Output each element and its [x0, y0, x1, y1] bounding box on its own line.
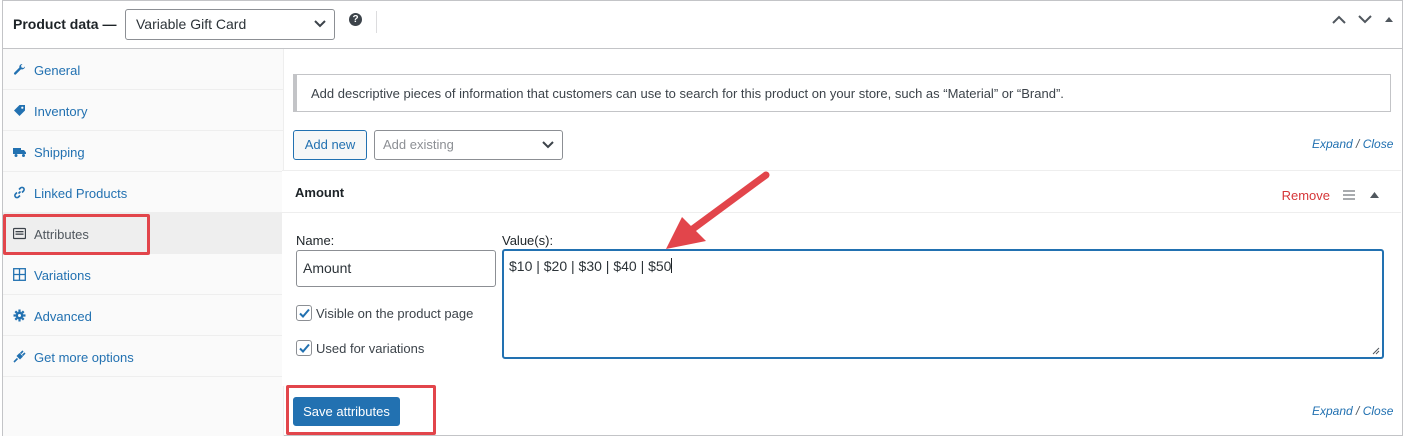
- tab-get-more-options[interactable]: Get more options: [3, 336, 283, 377]
- used-for-variations-row[interactable]: Used for variations: [296, 340, 424, 356]
- attribute-row-body: Name: Amount Value(s): $10 | $20 | $30 |…: [282, 213, 1401, 386]
- chevron-up-icon: [1332, 15, 1346, 24]
- panel-header: Product data — Variable Gift Card ?: [3, 1, 1402, 49]
- attributes-tab-highlight: [3, 214, 150, 255]
- move-down-button[interactable]: [1358, 15, 1372, 24]
- name-label: Name:: [296, 233, 335, 248]
- panel-controls: [1332, 15, 1394, 24]
- triangle-up-icon[interactable]: [1370, 192, 1379, 198]
- header-divider: [376, 11, 377, 33]
- chevron-down-icon: [314, 20, 326, 28]
- drag-handle-icon[interactable]: [1343, 190, 1355, 200]
- wrench-icon: [13, 63, 26, 76]
- tab-advanced-label: Advanced: [34, 309, 92, 324]
- product-type-select[interactable]: Variable Gift Card: [125, 9, 335, 40]
- expand-close-bottom: Expand / Close: [1312, 404, 1393, 418]
- add-new-attribute-button[interactable]: Add new: [293, 130, 367, 160]
- checkmark-icon: [299, 343, 310, 353]
- collapse-panel-button[interactable]: [1384, 16, 1394, 23]
- link-separator: /: [1352, 404, 1363, 418]
- expand-all-link[interactable]: Expand: [1312, 137, 1353, 151]
- tab-variations[interactable]: Variations: [3, 254, 283, 295]
- tab-shipping-label: Shipping: [34, 145, 85, 160]
- expand-all-link[interactable]: Expand: [1312, 404, 1353, 418]
- gear-icon: [13, 309, 26, 322]
- tab-linked-products[interactable]: Linked Products: [3, 172, 283, 213]
- save-button-highlight: [286, 385, 436, 435]
- used-for-variations-label: Used for variations: [316, 340, 425, 356]
- remove-attribute-link[interactable]: Remove: [1282, 188, 1330, 203]
- attribute-row-header[interactable]: Amount Remove: [282, 171, 1401, 213]
- move-up-button[interactable]: [1332, 15, 1346, 24]
- annotation-arrow-icon: [666, 171, 770, 249]
- link-icon: [13, 186, 26, 199]
- visible-on-product-page-checkbox[interactable]: [296, 305, 312, 321]
- attribute-row: Amount Remove Name: Amount Value(s): $10…: [282, 170, 1401, 386]
- tab-advanced[interactable]: Advanced: [3, 295, 283, 336]
- truck-icon: [13, 145, 26, 158]
- tab-inventory-label: Inventory: [34, 104, 88, 119]
- attributes-notice: Add descriptive pieces of information th…: [293, 74, 1391, 112]
- link-separator: /: [1352, 137, 1363, 151]
- checkmark-icon: [299, 308, 310, 318]
- tab-general[interactable]: General: [3, 49, 283, 90]
- resize-grip-icon[interactable]: [1372, 347, 1380, 355]
- values-label: Value(s):: [502, 233, 554, 248]
- tab-linked-products-label: Linked Products: [34, 186, 128, 201]
- grid-icon: [13, 268, 26, 281]
- triangle-up-icon: [1385, 17, 1393, 22]
- visible-on-product-page-label: Visible on the product page: [316, 305, 474, 321]
- tab-general-label: General: [34, 63, 81, 78]
- tab-shipping[interactable]: Shipping: [3, 131, 283, 172]
- help-icon[interactable]: ?: [349, 13, 362, 26]
- tab-inventory[interactable]: Inventory: [3, 90, 283, 131]
- chevron-down-icon: [1358, 15, 1372, 24]
- add-existing-placeholder: Add existing: [383, 137, 454, 152]
- sidebar-background: [3, 379, 284, 436]
- attribute-name-input[interactable]: Amount: [296, 250, 496, 287]
- plugin-icon: [13, 350, 26, 363]
- tag-icon: [13, 104, 26, 117]
- product-data-label: Product data —: [13, 16, 117, 32]
- tab-variations-label: Variations: [34, 268, 91, 283]
- attribute-values-textarea[interactable]: $10 | $20 | $30 | $40 | $50: [502, 249, 1384, 359]
- chevron-down-icon: [542, 141, 554, 149]
- product-type-value: Variable Gift Card: [136, 16, 247, 32]
- used-for-variations-checkbox[interactable]: [296, 340, 312, 356]
- attribute-values-text: $10 | $20 | $30 | $40 | $50: [509, 258, 672, 274]
- attribute-title: Amount: [295, 185, 345, 200]
- add-existing-attribute-select[interactable]: Add existing: [374, 130, 563, 160]
- expand-close-top: Expand / Close: [1312, 137, 1393, 151]
- visible-on-product-page-row[interactable]: Visible on the product page: [296, 305, 473, 321]
- text-caret: [671, 258, 673, 273]
- close-all-link[interactable]: Close: [1363, 137, 1394, 151]
- tab-get-more-options-label: Get more options: [34, 350, 134, 365]
- close-all-link[interactable]: Close: [1363, 404, 1394, 418]
